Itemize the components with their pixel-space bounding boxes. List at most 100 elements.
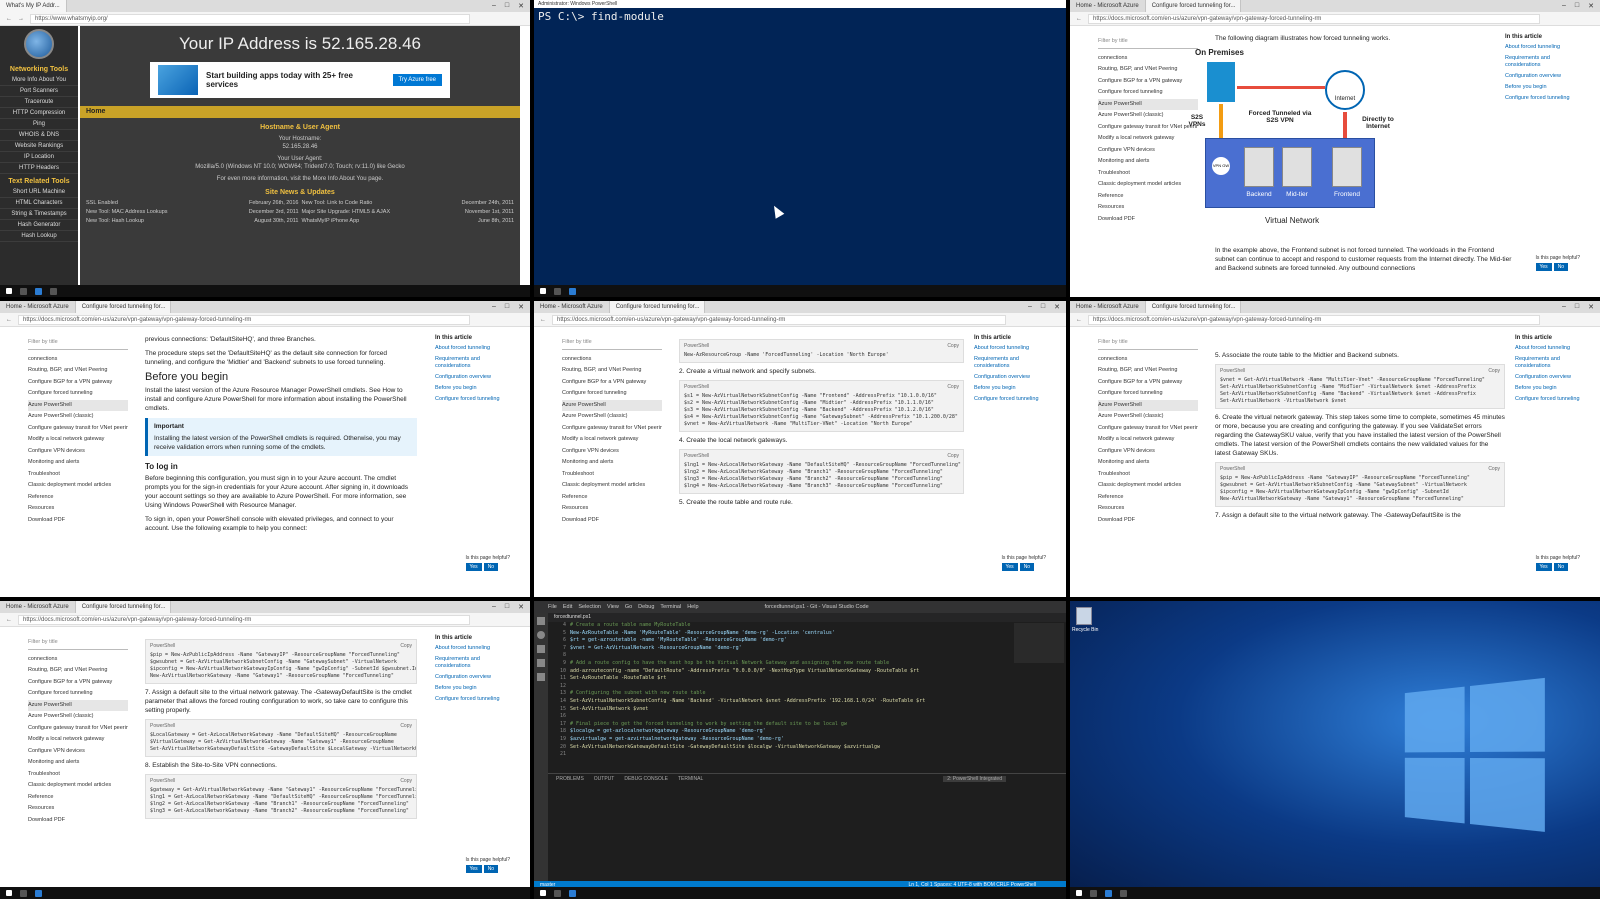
filter-input[interactable]: Filter by title xyxy=(28,337,128,350)
windows-icon[interactable] xyxy=(540,890,546,896)
menu-item[interactable]: Terminal xyxy=(660,604,681,610)
windows-icon[interactable] xyxy=(6,890,12,896)
edge-icon[interactable] xyxy=(1105,889,1112,897)
toc-item[interactable]: Azure PowerShell xyxy=(28,399,128,411)
source-control-icon[interactable] xyxy=(537,645,545,653)
toc-item[interactable]: Monitoring and alerts xyxy=(28,757,128,769)
code-editor[interactable]: 4 # Create a route table name MyRouteTabl… xyxy=(548,622,1006,772)
toc-item[interactable]: Modify a local network gateway xyxy=(562,434,662,446)
windows-icon[interactable] xyxy=(540,288,546,294)
maximize-icon[interactable]: □ xyxy=(505,603,509,611)
toc-item[interactable]: Modify a local network gateway xyxy=(1098,434,1198,446)
toc-item[interactable]: Reference xyxy=(562,492,662,504)
powershell-icon[interactable] xyxy=(569,287,576,295)
url-input[interactable]: https://docs.microsoft.com/en-us/azure/v… xyxy=(1088,13,1540,24)
menu-item[interactable]: Help xyxy=(687,604,698,610)
back-icon[interactable]: ← xyxy=(6,617,12,623)
windows-icon[interactable] xyxy=(6,288,12,294)
debug-icon[interactable] xyxy=(537,659,545,667)
toc-item[interactable]: Monitoring and alerts xyxy=(1098,457,1198,469)
sidebar-link[interactable]: String & Timestamps xyxy=(0,209,78,220)
toc-item[interactable]: Classic deployment model articles xyxy=(562,480,662,492)
article-link[interactable]: Before you begin xyxy=(1515,385,1585,392)
maximize-icon[interactable]: □ xyxy=(1575,2,1579,10)
sidebar-link[interactable]: IP Location xyxy=(0,152,78,163)
sidebar-link[interactable]: More Info About You xyxy=(0,75,78,86)
news-item[interactable]: Major Site Upgrade: HTML5 & AJAX November… xyxy=(302,209,515,215)
windows-icon[interactable] xyxy=(1076,890,1082,896)
copy-button[interactable]: Copy xyxy=(1488,466,1500,473)
article-link[interactable]: Configure forced tunneling xyxy=(435,396,505,403)
search-icon[interactable] xyxy=(554,889,561,897)
toc-item[interactable]: Download PDF xyxy=(1098,515,1198,527)
search-icon[interactable] xyxy=(554,287,561,295)
article-link[interactable]: Configuration overview xyxy=(974,374,1044,381)
back-icon[interactable]: ← xyxy=(6,16,12,22)
toc-item[interactable]: Configure VPN devices xyxy=(28,746,128,758)
toc-item[interactable]: Resources xyxy=(28,803,128,815)
toc-item[interactable]: Configure BGP for a VPN gateway xyxy=(562,377,662,389)
news-title[interactable]: New Tool: Link to Code Ratio xyxy=(302,200,373,206)
toc-item[interactable]: Azure PowerShell xyxy=(28,699,128,711)
maximize-icon[interactable]: □ xyxy=(505,303,509,311)
menu-item[interactable]: File xyxy=(548,604,557,610)
yes-button[interactable]: Yes xyxy=(1001,563,1018,571)
no-button[interactable]: No xyxy=(1019,563,1035,571)
yes-button[interactable]: Yes xyxy=(465,563,482,571)
close-icon[interactable]: ✕ xyxy=(1588,303,1594,311)
article-link[interactable]: Requirements and considerations xyxy=(1515,356,1585,370)
toc-item[interactable]: Troubleshoot xyxy=(1098,469,1198,481)
yes-button[interactable]: Yes xyxy=(465,865,482,873)
menu-item[interactable]: Go xyxy=(625,604,632,610)
toc-item[interactable]: Download PDF xyxy=(1098,214,1198,226)
filter-input[interactable]: Filter by title xyxy=(1098,337,1198,350)
toc-item[interactable]: Classic deployment model articles xyxy=(1098,480,1198,492)
news-item[interactable]: SSL Enabled February 26th, 2016 xyxy=(86,200,299,206)
browser-tab[interactable]: Home - Microsoft Azure xyxy=(0,301,76,313)
close-icon[interactable]: ✕ xyxy=(1054,303,1060,311)
toc-item[interactable]: Classic deployment model articles xyxy=(1098,179,1198,191)
copy-button[interactable]: Copy xyxy=(400,643,412,650)
article-link[interactable]: Before you begin xyxy=(1505,84,1575,91)
toc-item[interactable]: Configure BGP for a VPN gateway xyxy=(28,377,128,389)
toc-item[interactable]: Routing, BGP, and VNet Peering xyxy=(1098,64,1198,76)
search-icon[interactable] xyxy=(20,889,27,897)
news-title[interactable]: New Tool: Hash Lookup xyxy=(86,218,144,224)
article-link[interactable]: Before you begin xyxy=(435,685,505,692)
sidebar-link[interactable]: Traceroute xyxy=(0,97,78,108)
sidebar-link[interactable]: WHOIS & DNS xyxy=(0,130,78,141)
browser-tab[interactable]: Home - Microsoft Azure xyxy=(0,601,76,613)
toc-item[interactable]: Reference xyxy=(1098,492,1198,504)
sidebar-link[interactable]: Ping xyxy=(0,119,78,130)
toc-item[interactable]: Reference xyxy=(1098,191,1198,203)
toc-item[interactable]: connections xyxy=(562,354,662,366)
try-azure-button[interactable]: Try Azure free xyxy=(392,74,442,86)
toc-item[interactable]: Configure forced tunneling xyxy=(1098,87,1198,99)
browser-tab[interactable]: Home - Microsoft Azure xyxy=(1070,0,1146,12)
edge-icon[interactable] xyxy=(35,287,42,295)
toc-item[interactable]: Configure forced tunneling xyxy=(28,688,128,700)
maximize-icon[interactable]: □ xyxy=(505,2,509,10)
toc-item[interactable]: Configure gateway transit for VNet peeri… xyxy=(562,423,662,435)
no-button[interactable]: No xyxy=(1553,563,1569,571)
news-title[interactable]: Major Site Upgrade: HTML5 & AJAX xyxy=(302,209,391,215)
yes-button[interactable]: Yes xyxy=(1535,263,1552,271)
toc-item[interactable]: Azure PowerShell xyxy=(1098,98,1198,110)
yes-button[interactable]: Yes xyxy=(1535,563,1552,571)
article-link[interactable]: Before you begin xyxy=(974,385,1044,392)
toc-item[interactable]: connections xyxy=(1098,53,1198,65)
article-link[interactable]: Configure forced tunneling xyxy=(1515,396,1585,403)
menu-item[interactable]: View xyxy=(607,604,619,610)
toc-item[interactable]: Routing, BGP, and VNet Peering xyxy=(28,365,128,377)
toc-item[interactable]: Configure BGP for a VPN gateway xyxy=(1098,377,1198,389)
extensions-icon[interactable] xyxy=(537,673,545,681)
url-input[interactable]: https://docs.microsoft.com/en-us/azure/v… xyxy=(1088,314,1540,325)
panel-tab[interactable]: PROBLEMS xyxy=(556,776,584,782)
article-link[interactable]: Requirements and considerations xyxy=(1505,55,1575,69)
browser-tab[interactable]: Configure forced tunneling for... xyxy=(1145,0,1241,12)
toc-item[interactable]: Modify a local network gateway xyxy=(28,734,128,746)
close-icon[interactable]: ✕ xyxy=(1588,2,1594,10)
maximize-icon[interactable]: □ xyxy=(1041,303,1045,311)
sidebar-link[interactable]: Hash Lookup xyxy=(0,231,78,242)
toc-item[interactable]: Monitoring and alerts xyxy=(1098,156,1198,168)
